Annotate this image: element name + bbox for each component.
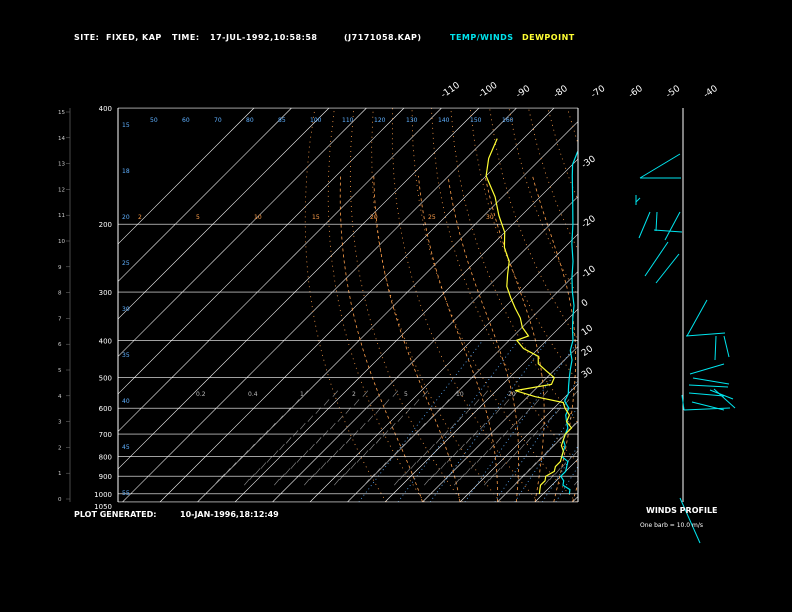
height-tick-label: 3 <box>58 420 62 426</box>
left-edge-label: 20 <box>122 214 130 221</box>
plot-generated-label: PLOT GENERATED: <box>74 510 157 519</box>
row-label-low: 10 <box>456 391 464 398</box>
row-label-low: 1 <box>300 391 304 398</box>
row-label-top: 150 <box>470 117 482 124</box>
pressure-label: 400 <box>99 337 112 345</box>
height-tick-label: 14 <box>58 136 65 142</box>
row-label-mid: 20 <box>370 214 378 221</box>
height-tick-label: 5 <box>58 368 62 374</box>
row-label-mid: 2 <box>138 214 142 221</box>
height-tick-label: 6 <box>58 342 62 348</box>
height-tick-label: 4 <box>58 394 62 400</box>
site-label: SITE: <box>74 33 100 42</box>
height-tick-label: 7 <box>58 316 62 322</box>
left-edge-label: 35 <box>122 352 130 359</box>
pressure-label: 800 <box>99 453 112 461</box>
row-label-top: 85 <box>278 117 286 124</box>
skewt-chart: 4002003004005006007008009001000105015141… <box>0 0 792 612</box>
legend-temp: TEMP/WINDS <box>450 33 514 42</box>
left-edge-label: 25 <box>122 260 130 267</box>
height-tick-label: 10 <box>58 239 65 245</box>
pressure-label: 200 <box>99 221 112 229</box>
row-label-top: 60 <box>182 117 190 124</box>
height-tick-label: 15 <box>58 110 65 116</box>
row-label-mid: 25 <box>428 214 436 221</box>
left-edge-label: 40 <box>122 398 130 405</box>
winds-title: WINDS PROFILE <box>646 506 718 515</box>
row-label-top: 140 <box>438 117 450 124</box>
height-tick-label: 13 <box>58 162 65 168</box>
left-edge-label: 30 <box>122 306 130 313</box>
row-label-top: 70 <box>214 117 222 124</box>
row-label-top: 110 <box>342 117 354 124</box>
height-tick-label: 0 <box>58 497 62 503</box>
row-label-low: 0.4 <box>248 391 258 398</box>
row-label-low: 0.2 <box>196 391 206 398</box>
left-edge-label: 55 <box>122 490 130 497</box>
row-label-mid: 15 <box>312 214 320 221</box>
height-tick-label: 2 <box>58 445 62 451</box>
row-label-mid: 10 <box>254 214 262 221</box>
file-name: (J7171058.KAP) <box>344 33 422 42</box>
height-tick-label: 11 <box>58 213 65 219</box>
row-label-top: 160 <box>502 117 514 124</box>
time-value: 17-JUL-1992,10:58:58 <box>210 33 318 42</box>
pressure-label: 1000 <box>94 491 112 499</box>
left-edge-label: 18 <box>122 168 130 175</box>
row-label-mid: 5 <box>196 214 200 221</box>
left-edge-label: 15 <box>122 122 130 129</box>
row-label-mid: 30 <box>486 214 494 221</box>
row-label-top: 120 <box>374 117 386 124</box>
row-label-top: 50 <box>150 117 158 124</box>
row-label-top: 100 <box>310 117 322 124</box>
site-value: FIXED, KAP <box>106 33 162 42</box>
row-label-low: 2 <box>352 391 356 398</box>
height-tick-label: 8 <box>58 291 62 297</box>
left-edge-label: 45 <box>122 444 130 451</box>
row-label-low: 20 <box>508 391 516 398</box>
row-label-top: 130 <box>406 117 418 124</box>
pressure-label: 900 <box>99 473 112 481</box>
pressure-label: 300 <box>99 289 112 297</box>
legend-dew: DEWPOINT <box>522 33 575 42</box>
height-tick-label: 1 <box>58 471 62 477</box>
row-label-low: 5 <box>404 391 408 398</box>
pressure-label: 500 <box>99 375 112 383</box>
height-tick-label: 9 <box>58 265 62 271</box>
time-label: TIME: <box>172 33 200 42</box>
winds-note: One barb = 10.0 m/s <box>640 522 703 529</box>
pressure-label: 700 <box>99 431 112 439</box>
pressure-label: 600 <box>99 405 112 413</box>
plot-generated-value: 10-JAN-1996,18:12:49 <box>180 510 279 519</box>
height-tick-label: 12 <box>58 187 65 193</box>
row-label-top: 80 <box>246 117 254 124</box>
pressure-label: 400 <box>99 105 112 113</box>
